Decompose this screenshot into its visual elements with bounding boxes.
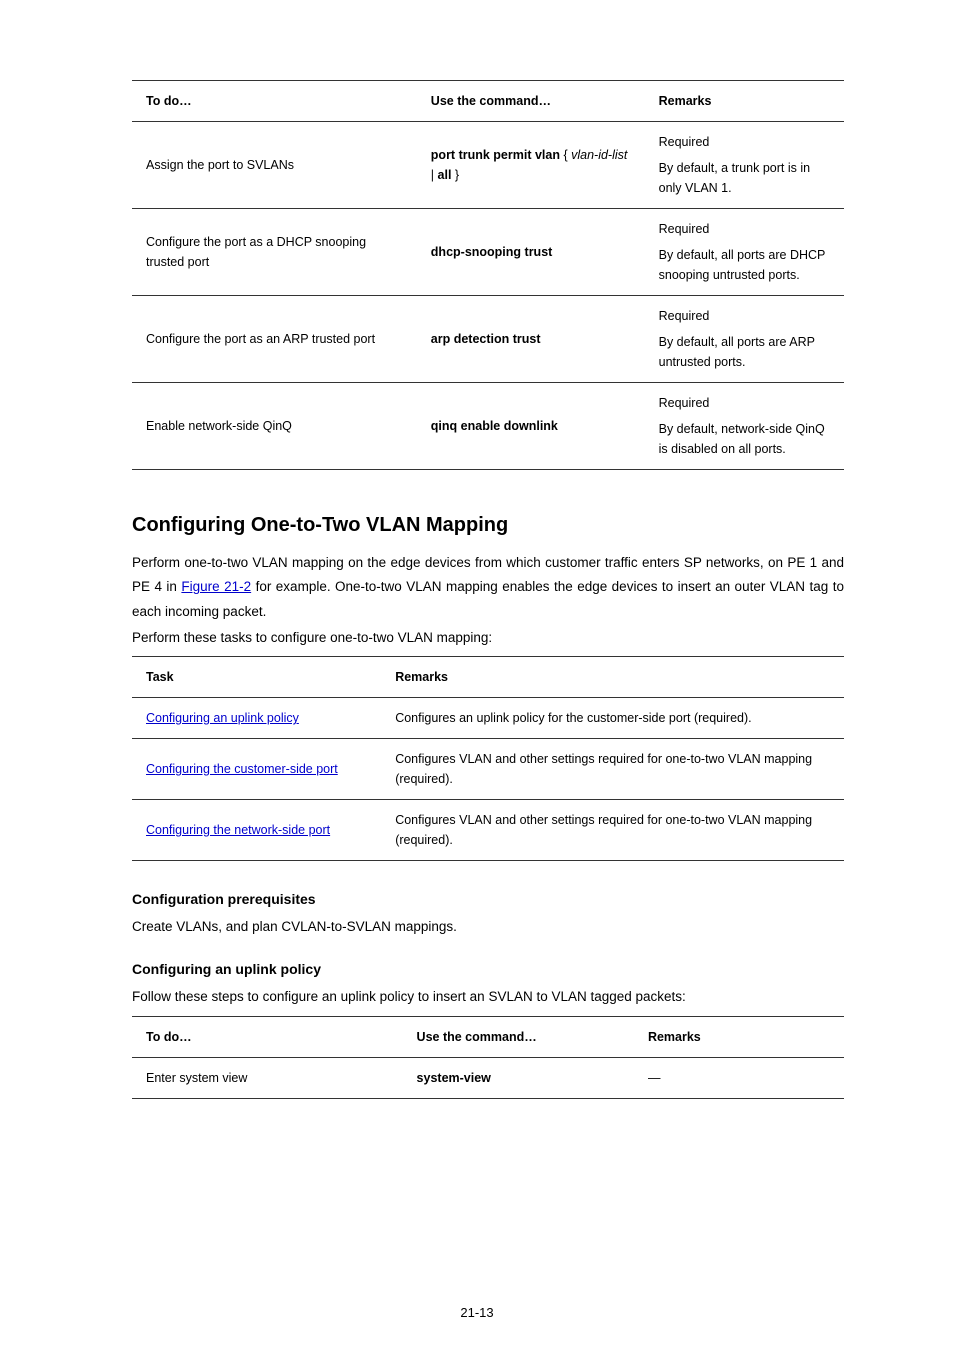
- prerequisites-body: Create VLANs, and plan CVLAN-to-SVLAN ma…: [132, 915, 844, 939]
- subheading-prerequisites: Configuration prerequisites: [132, 891, 844, 907]
- cell-command: arp detection trust: [417, 296, 645, 383]
- cmd-text: dhcp-snooping trust: [431, 245, 553, 259]
- remark-detail: By default, all ports are ARP untrusted …: [659, 332, 832, 372]
- cell-remarks: Configures an uplink policy for the cust…: [381, 698, 844, 739]
- th-command: Use the command…: [417, 81, 645, 122]
- cmd-text: arp detection trust: [431, 332, 541, 346]
- th-remarks: Remarks: [381, 657, 844, 698]
- section-paragraph-1: Perform one-to-two VLAN mapping on the e…: [132, 551, 844, 624]
- cell-todo: Enter system view: [132, 1057, 403, 1098]
- task-link-customer-side-port[interactable]: Configuring the customer-side port: [146, 762, 338, 776]
- table-row: Configuring the network-side port Config…: [132, 800, 844, 861]
- table-tasks: Task Remarks Configuring an uplink polic…: [132, 656, 844, 861]
- page-number: 21-13: [0, 1305, 954, 1320]
- cell-todo: Configure the port as a DHCP snooping tr…: [132, 209, 417, 296]
- table-header-row: Task Remarks: [132, 657, 844, 698]
- cmd-text: qinq enable downlink: [431, 419, 558, 433]
- remark-required: Required: [659, 306, 832, 326]
- cell-command: dhcp-snooping trust: [417, 209, 645, 296]
- figure-link[interactable]: Figure 21-2: [181, 579, 251, 594]
- task-link-uplink-policy[interactable]: Configuring an uplink policy: [146, 711, 299, 725]
- cmd-arg: vlan-id-list: [571, 148, 627, 162]
- th-remarks: Remarks: [634, 1016, 844, 1057]
- cell-remarks: Required By default, all ports are DHCP …: [645, 209, 844, 296]
- cell-task: Configuring an uplink policy: [132, 698, 381, 739]
- cell-todo: Enable network-side QinQ: [132, 383, 417, 470]
- remark-detail: By default, a trunk port is in only VLAN…: [659, 158, 832, 198]
- th-task: Task: [132, 657, 381, 698]
- remark-required: Required: [659, 393, 832, 413]
- pipe-sep: |: [431, 168, 438, 182]
- cell-task: Configuring the customer-side port: [132, 739, 381, 800]
- th-todo: To do…: [132, 81, 417, 122]
- cell-command: qinq enable downlink: [417, 383, 645, 470]
- cell-todo: Assign the port to SVLANs: [132, 122, 417, 209]
- remark-required: Required: [659, 219, 832, 239]
- cell-remarks: Required By default, all ports are ARP u…: [645, 296, 844, 383]
- table-row: Enter system view system-view —: [132, 1057, 844, 1098]
- remark-required: Required: [659, 132, 832, 152]
- table-header-row: To do… Use the command… Remarks: [132, 1016, 844, 1057]
- table-row: Configure the port as a DHCP snooping tr…: [132, 209, 844, 296]
- cell-remarks: Configures VLAN and other settings requi…: [381, 739, 844, 800]
- brace-close: }: [451, 168, 459, 182]
- uplink-body: Follow these steps to configure an uplin…: [132, 985, 844, 1009]
- th-command: Use the command…: [403, 1016, 634, 1057]
- table-row: Configuring the customer-side port Confi…: [132, 739, 844, 800]
- section-paragraph-2: Perform these tasks to configure one-to-…: [132, 626, 844, 650]
- section-heading-one-to-two: Configuring One-to-Two VLAN Mapping: [132, 514, 844, 537]
- table-header-row: To do… Use the command… Remarks: [132, 81, 844, 122]
- cmd-text: port trunk permit vlan: [431, 148, 560, 162]
- table-row: Enable network-side QinQ qinq enable dow…: [132, 383, 844, 470]
- cell-todo: Configure the port as an ARP trusted por…: [132, 296, 417, 383]
- task-link-network-side-port[interactable]: Configuring the network-side port: [146, 823, 330, 837]
- cell-command: port trunk permit vlan { vlan-id-list | …: [417, 122, 645, 209]
- remark-detail: By default, network-side QinQ is disable…: [659, 419, 832, 459]
- cmd-text: all: [438, 168, 452, 182]
- subheading-uplink-policy: Configuring an uplink policy: [132, 961, 844, 977]
- table-uplink-steps: To do… Use the command… Remarks Enter sy…: [132, 1016, 844, 1099]
- table-row: Configuring an uplink policy Configures …: [132, 698, 844, 739]
- cmd-text: system-view: [417, 1071, 491, 1085]
- cell-command: system-view: [403, 1057, 634, 1098]
- cell-remarks: Configures VLAN and other settings requi…: [381, 800, 844, 861]
- cell-remarks: Required By default, network-side QinQ i…: [645, 383, 844, 470]
- table-row: Configure the port as an ARP trusted por…: [132, 296, 844, 383]
- cell-task: Configuring the network-side port: [132, 800, 381, 861]
- remark-detail: By default, all ports are DHCP snooping …: [659, 245, 832, 285]
- cell-remarks: Required By default, a trunk port is in …: [645, 122, 844, 209]
- page-container: To do… Use the command… Remarks Assign t…: [0, 0, 954, 1350]
- table-row: Assign the port to SVLANs port trunk per…: [132, 122, 844, 209]
- table-network-side-port: To do… Use the command… Remarks Assign t…: [132, 80, 844, 470]
- th-todo: To do…: [132, 1016, 403, 1057]
- cell-remarks: —: [634, 1057, 844, 1098]
- th-remarks: Remarks: [645, 81, 844, 122]
- brace-open: {: [560, 148, 571, 162]
